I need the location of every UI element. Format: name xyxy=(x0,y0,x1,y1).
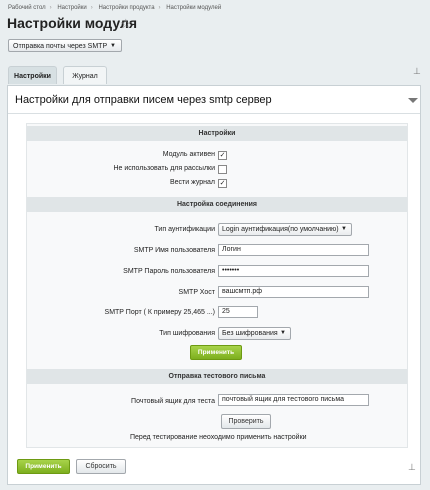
breadcrumb-item[interactable]: Настройки модулей xyxy=(166,5,221,11)
chevron-down-icon: ▼ xyxy=(280,330,286,336)
reset-button[interactable]: Сбросить xyxy=(76,459,126,474)
chevron-down-icon: ▼ xyxy=(341,226,347,232)
apply-button[interactable]: Применить xyxy=(17,459,70,474)
no-mailing-checkbox[interactable] xyxy=(218,165,227,174)
star-icon[interactable]: ☆ xyxy=(120,16,132,32)
smtp-password-input[interactable]: ••••••• xyxy=(218,265,369,277)
breadcrumb-item[interactable]: Настройки xyxy=(57,5,86,11)
section-header-connection: Настройка соединения xyxy=(27,197,407,212)
tab-journal[interactable]: Журнал xyxy=(63,66,107,84)
encryption-label: Тип шифрования xyxy=(159,330,215,337)
breadcrumb-item[interactable]: Рабочий стол xyxy=(8,5,46,11)
breadcrumb-separator: › xyxy=(158,5,161,11)
module-active-checkbox[interactable]: ✓ xyxy=(218,151,227,160)
panel-title: Настройки для отправки писем через smtp … xyxy=(15,94,272,106)
encryption-select[interactable]: Без шифрования ▼ xyxy=(218,327,291,340)
breadcrumb-item[interactable]: Настройки продукта xyxy=(98,5,154,11)
test-email-input[interactable]: почтовый ящик для тестового письма xyxy=(218,394,369,406)
auth-type-select[interactable]: Login аунтификация(по умолчанию) ▼ xyxy=(218,223,352,236)
smtp-password-label: SMTP Пароль пользователя xyxy=(123,268,215,275)
breadcrumb-separator: › xyxy=(49,5,52,11)
breadcrumb-separator: › xyxy=(90,5,93,11)
encryption-value: Без шифрования xyxy=(222,330,278,337)
divider xyxy=(8,113,420,114)
pin-icon[interactable]: ⊥ xyxy=(413,66,421,77)
smtp-host-label: SMTP Хост xyxy=(178,289,215,296)
module-select[interactable]: Отправка почты через SMTP ▼ xyxy=(8,39,122,52)
smtp-port-label: SMTP Порт ( К примеру 25,465 ...) xyxy=(104,309,215,316)
section-header-settings: Настройки xyxy=(27,126,407,141)
page-title: Настройки модуля xyxy=(7,15,138,31)
apply-connection-button[interactable]: Применить xyxy=(190,345,242,360)
breadcrumb: Рабочий стол › Настройки › Настройки проду… xyxy=(8,5,225,11)
tab-settings[interactable]: Настройки xyxy=(8,66,57,84)
smtp-user-input[interactable]: Логин xyxy=(218,244,369,256)
smtp-port-input[interactable]: 25 xyxy=(218,306,258,318)
smtp-user-label: SMTP Имя пользователя xyxy=(133,247,215,254)
auth-type-label: Тип аунтификации xyxy=(154,226,215,233)
chevron-down-icon: ▼ xyxy=(110,43,116,49)
keep-log-checkbox[interactable]: ✓ xyxy=(218,179,227,188)
test-email-label: Почтовый ящик для теста xyxy=(131,398,215,405)
keep-log-label: Вести журнал xyxy=(169,179,215,186)
pin-icon[interactable]: ⊥ xyxy=(408,462,416,473)
check-button[interactable]: Проверить xyxy=(221,414,271,429)
collapse-icon[interactable] xyxy=(408,98,418,103)
smtp-host-input[interactable]: вашсмтп.рф xyxy=(218,286,369,298)
module-select-value: Отправка почты через SMTP xyxy=(13,43,108,50)
no-mailing-label: Не использовать для рассылки xyxy=(113,165,215,172)
section-header-test: Отправка тестового письма xyxy=(27,369,407,384)
auth-type-value: Login аунтификация(по умолчанию) xyxy=(222,226,339,233)
module-active-label: Модуль активен xyxy=(162,151,215,158)
tab-bar: Настройки Журнал xyxy=(0,63,430,85)
test-note: Перед тестирование неоходимо применить н… xyxy=(130,434,307,441)
